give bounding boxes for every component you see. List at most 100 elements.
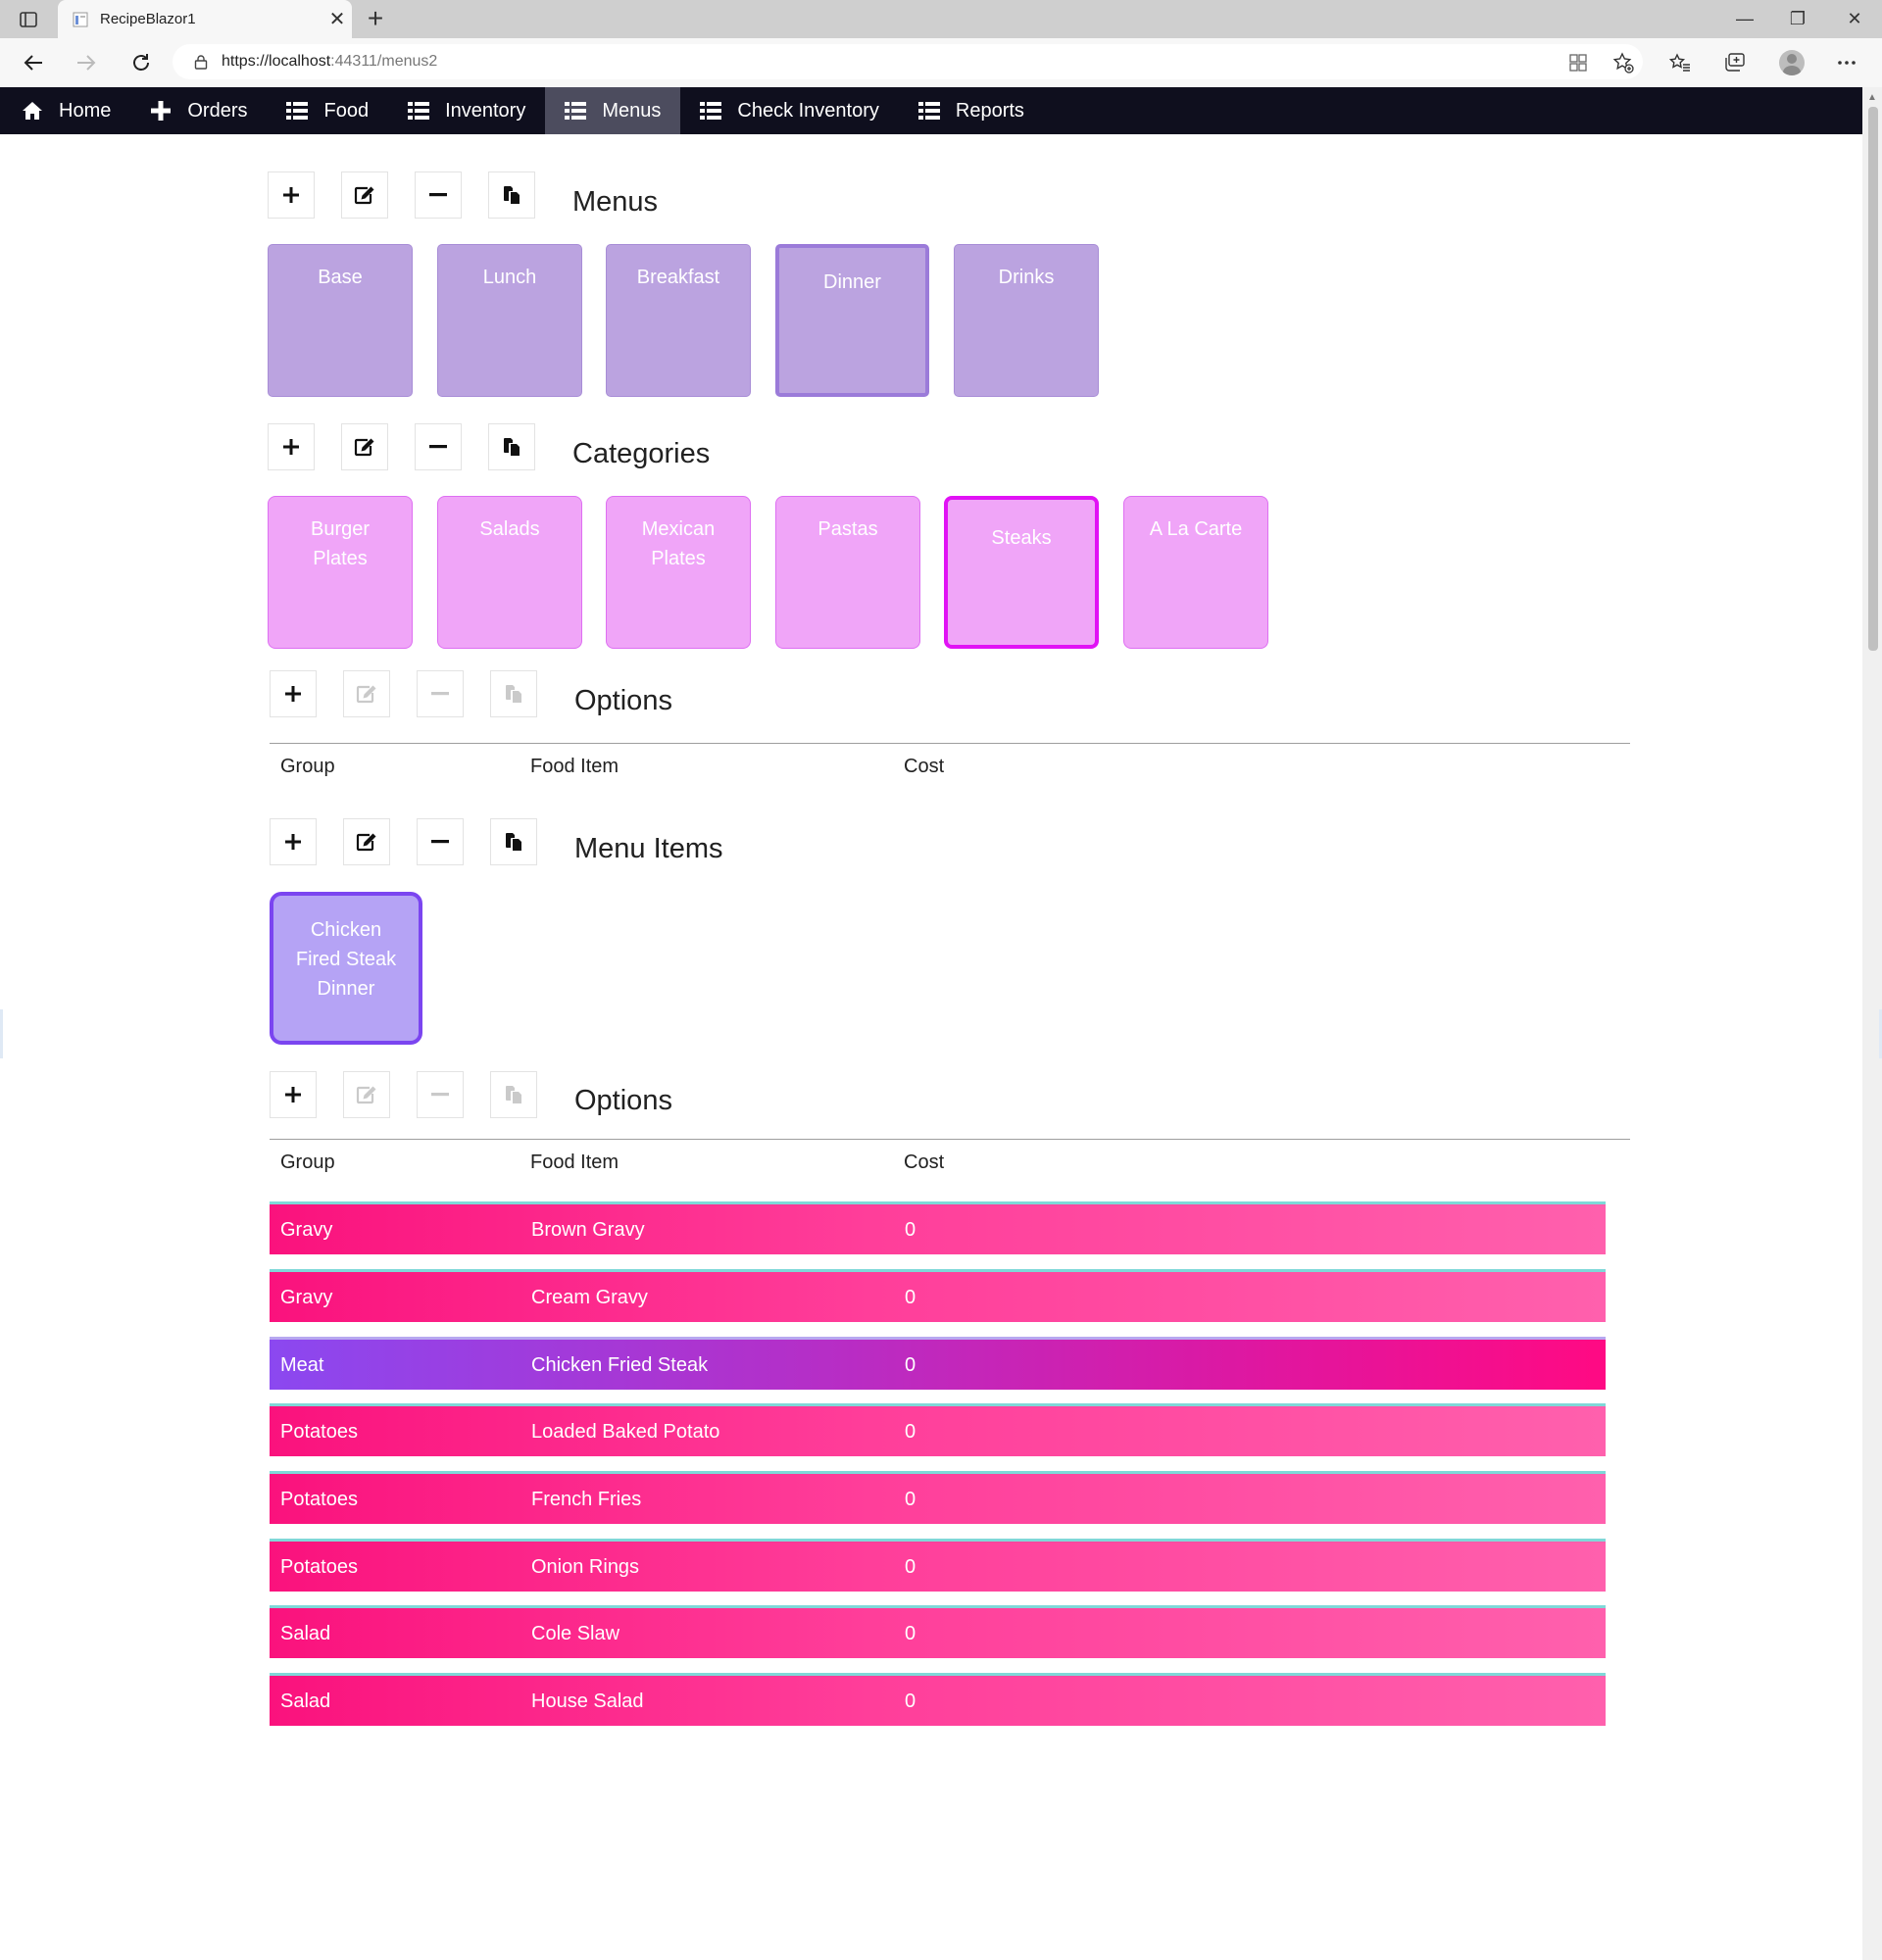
browser-tab-strip: RecipeBlazor1 ✕ + — ❐ ✕ xyxy=(0,0,1882,38)
tab-title: RecipeBlazor1 xyxy=(100,11,196,27)
copy-category-button[interactable] xyxy=(488,423,535,470)
favorites-icon[interactable] xyxy=(1666,50,1694,75)
header-cost: Cost xyxy=(904,756,945,777)
back-icon[interactable] xyxy=(18,48,49,77)
browser-tab[interactable]: RecipeBlazor1 ✕ xyxy=(58,0,352,38)
edit-option-button[interactable] xyxy=(343,1071,390,1118)
nav-reports[interactable]: Reports xyxy=(899,87,1044,134)
add-category-option-button[interactable] xyxy=(270,670,317,717)
nav-orders[interactable]: Orders xyxy=(130,87,267,134)
option-row[interactable]: Salad House Salad 0 xyxy=(270,1673,1606,1726)
scrollbar-thumb[interactable] xyxy=(1868,107,1878,651)
nav-home-label: Home xyxy=(59,99,112,122)
nav-food[interactable]: Food xyxy=(267,87,388,134)
header-food-item: Food Item xyxy=(530,756,619,777)
category-options-title: Options xyxy=(574,685,672,716)
delete-menu-item-button[interactable] xyxy=(417,818,464,865)
option-food-item: French Fries xyxy=(531,1489,642,1510)
refresh-icon[interactable] xyxy=(125,48,157,77)
category-tile-steaks[interactable]: Steaks xyxy=(944,496,1099,649)
menu-tile-breakfast[interactable]: Breakfast xyxy=(606,244,751,397)
app-available-icon[interactable] xyxy=(1564,50,1592,75)
close-window-icon[interactable]: ✕ xyxy=(1835,6,1874,31)
new-tab-button[interactable]: + xyxy=(361,4,390,33)
restore-icon[interactable]: ❐ xyxy=(1778,6,1817,31)
edit-menu-item-button[interactable] xyxy=(343,818,390,865)
option-food-item: Cream Gravy xyxy=(531,1287,648,1308)
option-row[interactable]: Potatoes Loaded Baked Potato 0 xyxy=(270,1403,1606,1456)
url-host: https://localhost xyxy=(222,53,331,70)
category-tile-mexican-plates[interactable]: Mexican Plates xyxy=(606,496,751,649)
add-option-button[interactable] xyxy=(270,1071,317,1118)
edit-icon xyxy=(356,1086,376,1104)
edit-icon xyxy=(354,186,374,205)
more-options-icon[interactable] xyxy=(1833,50,1860,75)
menu-item-tile[interactable]: Chicken Fired Steak Dinner xyxy=(270,892,422,1045)
delete-menu-button[interactable] xyxy=(415,172,462,219)
forward-icon[interactable] xyxy=(71,48,102,77)
option-group: Salad xyxy=(280,1623,331,1644)
address-bar-row: https://localhost:44311/menus2 xyxy=(0,38,1882,88)
add-category-button[interactable] xyxy=(268,423,315,470)
category-tile-burger-plates[interactable]: Burger Plates xyxy=(268,496,413,649)
menu-tile-dinner[interactable]: Dinner xyxy=(775,244,929,397)
option-group: Potatoes xyxy=(280,1556,358,1578)
option-group: Potatoes xyxy=(280,1489,358,1510)
option-row[interactable]: Salad Cole Slaw 0 xyxy=(270,1605,1606,1658)
close-tab-icon[interactable]: ✕ xyxy=(322,7,352,31)
nav-inventory[interactable]: Inventory xyxy=(388,87,545,134)
option-cost: 0 xyxy=(905,1690,916,1712)
lock-icon[interactable] xyxy=(194,54,208,70)
minus-icon xyxy=(429,193,447,197)
option-row[interactable]: Potatoes Onion Rings 0 xyxy=(270,1539,1606,1592)
menu-tile-drinks[interactable]: Drinks xyxy=(954,244,1099,397)
menu-item-options-toolbar xyxy=(270,1071,564,1118)
delete-category-button[interactable] xyxy=(415,423,462,470)
option-cost: 0 xyxy=(905,1489,916,1510)
nav-reports-label: Reports xyxy=(955,99,1024,122)
option-row-selected[interactable]: Meat Chicken Fried Steak 0 xyxy=(270,1337,1606,1390)
option-group: Gravy xyxy=(280,1219,333,1241)
edit-category-button[interactable] xyxy=(341,423,388,470)
option-cost: 0 xyxy=(905,1623,916,1644)
copy-menu-button[interactable] xyxy=(488,172,535,219)
option-row[interactable]: Potatoes French Fries 0 xyxy=(270,1471,1606,1524)
nav-home[interactable]: Home xyxy=(0,87,130,134)
option-row[interactable]: Gravy Cream Gravy 0 xyxy=(270,1269,1606,1322)
add-menu-item-button[interactable] xyxy=(270,818,317,865)
app-navbar: Home Orders Food Inventory Menus Check I… xyxy=(0,87,1862,134)
tab-actions-icon[interactable] xyxy=(18,10,39,29)
option-row[interactable]: Gravy Brown Gravy 0 xyxy=(270,1201,1606,1254)
option-group: Meat xyxy=(280,1354,324,1376)
copy-category-option-button[interactable] xyxy=(490,670,537,717)
add-menu-button[interactable] xyxy=(268,172,315,219)
minus-icon xyxy=(431,840,449,844)
delete-option-button[interactable] xyxy=(417,1071,464,1118)
edit-menu-button[interactable] xyxy=(341,172,388,219)
nav-menus[interactable]: Menus xyxy=(545,87,681,134)
nav-menus-label: Menus xyxy=(602,99,662,122)
plus-icon xyxy=(285,1087,301,1102)
profile-avatar[interactable] xyxy=(1778,50,1806,75)
plus-icon xyxy=(283,187,299,203)
nav-check-inventory[interactable]: Check Inventory xyxy=(680,87,899,134)
nav-check-inventory-label: Check Inventory xyxy=(737,99,879,122)
category-tile-salads[interactable]: Salads xyxy=(437,496,582,649)
option-food-item: Loaded Baked Potato xyxy=(531,1421,720,1443)
minimize-icon[interactable]: — xyxy=(1725,6,1764,31)
copy-icon xyxy=(506,1086,521,1103)
add-favorite-icon[interactable] xyxy=(1610,50,1637,75)
copy-menu-item-button[interactable] xyxy=(490,818,537,865)
edit-category-option-button[interactable] xyxy=(343,670,390,717)
edit-icon xyxy=(356,833,376,852)
menu-items-toolbar xyxy=(270,818,564,865)
category-tile-a-la-carte[interactable]: A La Carte xyxy=(1123,496,1268,649)
scroll-up-icon[interactable]: ▲ xyxy=(1867,92,1877,103)
delete-category-option-button[interactable] xyxy=(417,670,464,717)
category-tile-pastas[interactable]: Pastas xyxy=(775,496,920,649)
menu-tile-base[interactable]: Base xyxy=(268,244,413,397)
copy-option-button[interactable] xyxy=(490,1071,537,1118)
url-field[interactable]: https://localhost:44311/menus2 xyxy=(173,44,1643,79)
collections-icon[interactable] xyxy=(1721,50,1749,75)
menu-tile-lunch[interactable]: Lunch xyxy=(437,244,582,397)
